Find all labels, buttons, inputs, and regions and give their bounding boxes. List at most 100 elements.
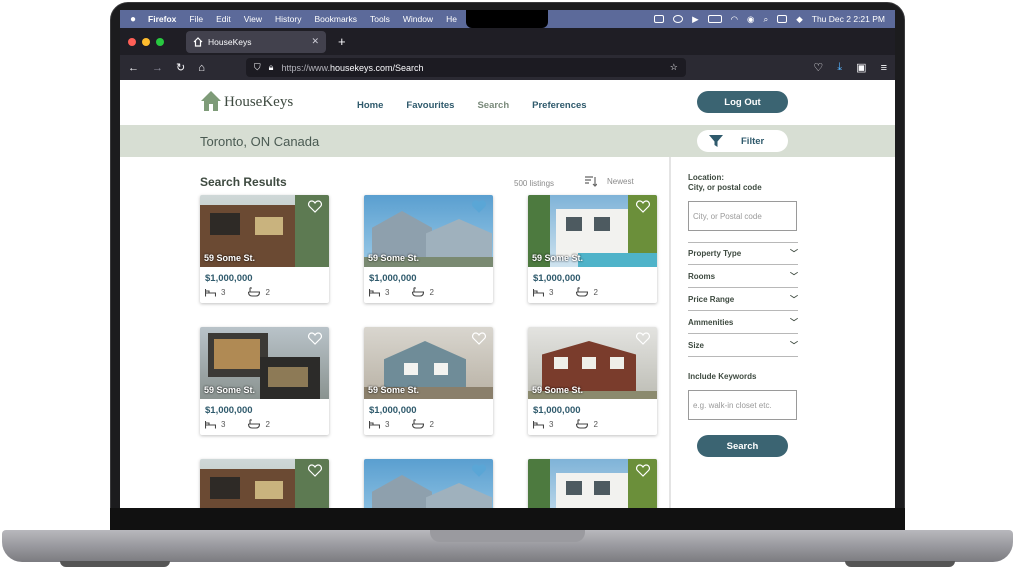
location-input[interactable]: City, or Postal code (688, 201, 797, 231)
menu-help[interactable]: He (446, 14, 457, 24)
filter-ammenities[interactable]: Ammenities ﹀ (688, 311, 798, 334)
favourite-heart-icon[interactable] (308, 200, 322, 213)
favourite-heart-icon[interactable] (308, 464, 322, 477)
shield-icon[interactable]: ⛉ (254, 62, 261, 73)
tab-close-icon[interactable]: ✕ (311, 36, 319, 47)
listing-photo[interactable] (364, 459, 493, 508)
home-icon[interactable]: ⌂ (198, 62, 205, 74)
listing-photo[interactable]: 59 Some St. (528, 195, 657, 267)
wifi-icon[interactable]: ◠ (731, 14, 738, 25)
listing-photo[interactable]: 59 Some St. (364, 327, 493, 399)
bed-icon (533, 288, 544, 296)
window-zoom-button[interactable] (156, 37, 164, 46)
apple-icon[interactable]: ● (130, 14, 136, 25)
browser-tab[interactable]: HouseKeys ✕ (186, 30, 326, 53)
lock-icon[interactable]: 🔒︎ (269, 62, 274, 73)
favourite-heart-icon[interactable] (308, 332, 322, 345)
favourite-heart-icon[interactable] (472, 464, 486, 477)
reload-icon[interactable]: ↻ (176, 61, 185, 74)
listing-card[interactable]: 59 Some St. $1,000,000 3 2 (528, 195, 657, 303)
siri-icon[interactable]: ◆ (796, 14, 803, 25)
filter-price-range[interactable]: Price Range ﹀ (688, 288, 798, 311)
user-icon[interactable]: ◉ (747, 14, 754, 25)
favourite-heart-icon[interactable] (472, 332, 486, 345)
listing-card[interactable]: 59 Some St. $1,000,000 3 2 (364, 327, 493, 435)
menu-tools[interactable]: Tools (370, 14, 390, 24)
listing-address: 59 Some St. (532, 253, 584, 263)
site-logo[interactable]: HouseKeys (200, 90, 293, 112)
listing-baths: 2 (593, 419, 598, 429)
listing-card[interactable]: 59 Some St. $1,000,000 3 2 (528, 327, 657, 435)
site-header: HouseKeys Home Favourites Search Prefere… (120, 80, 895, 125)
listing-card[interactable]: 59 Some St. $1,000,000 3 2 (364, 195, 493, 303)
url-bar[interactable]: ⛉ 🔒︎ https://www.housekeys.com/Search ☆ (245, 58, 686, 77)
listing-photo[interactable] (200, 459, 329, 508)
menu-icon[interactable]: ≡ (881, 62, 887, 74)
listing-card[interactable] (200, 459, 329, 508)
filter-button[interactable]: Filter (697, 130, 788, 152)
menu-edit[interactable]: Edit (216, 14, 231, 24)
battery-icon[interactable] (707, 15, 722, 23)
listing-features: 32 (533, 419, 657, 429)
menu-bookmarks[interactable]: Bookmarks (314, 14, 357, 24)
nav-home[interactable]: Home (357, 100, 383, 111)
window-close-button[interactable] (128, 37, 136, 46)
menu-history[interactable]: History (275, 14, 301, 24)
filter-funnel-icon (709, 135, 723, 147)
menu-view[interactable]: View (244, 14, 262, 24)
listing-card[interactable] (528, 459, 657, 508)
nav-preferences[interactable]: Preferences (532, 100, 586, 111)
forward-icon[interactable]: → (152, 62, 163, 74)
listing-baths: 2 (429, 419, 434, 429)
play-icon[interactable]: ▶ (692, 14, 699, 25)
listing-card[interactable]: 59 Some St. $1,000,000 3 2 (200, 195, 329, 303)
listing-address: 59 Some St. (368, 253, 420, 263)
keywords-input[interactable]: e.g. walk-in closet etc. (688, 390, 797, 420)
sort-control[interactable]: Newest (585, 176, 634, 187)
chevron-down-icon: ﹀ (790, 317, 798, 327)
download-icon[interactable]: ⤓ (837, 61, 842, 74)
url-prefix: https://www. (281, 62, 330, 73)
favourite-heart-icon[interactable] (636, 200, 650, 213)
menubar-clock[interactable]: Thu Dec 2 2:21 PM (812, 14, 885, 24)
listing-card[interactable] (364, 459, 493, 508)
logout-button[interactable]: Log Out (697, 91, 788, 113)
back-icon[interactable]: ← (128, 62, 139, 74)
location-title: Toronto, ON Canada (200, 134, 320, 149)
nav-search[interactable]: Search (477, 100, 509, 111)
spotlight-icon[interactable]: ⌕ (763, 14, 768, 25)
listing-photo[interactable]: 59 Some St. (200, 327, 329, 399)
favourite-heart-icon[interactable] (636, 464, 650, 477)
pocket-icon[interactable]: ♡ (813, 61, 823, 74)
listing-card[interactable]: 59 Some St. $1,000,000 3 2 (200, 327, 329, 435)
listing-photo[interactable]: 59 Some St. (200, 195, 329, 267)
new-tab-icon[interactable]: + (338, 34, 346, 49)
filter-rooms[interactable]: Rooms ﹀ (688, 265, 798, 288)
nav-favourites[interactable]: Favourites (406, 100, 454, 111)
extension-icon[interactable]: ▣ (856, 61, 866, 74)
bathtub-icon (576, 419, 589, 429)
listing-address: 59 Some St. (532, 385, 584, 395)
listing-photo[interactable]: 59 Some St. (364, 195, 493, 267)
sidebar-divider (669, 157, 671, 508)
listing-photo[interactable]: 59 Some St. (528, 327, 657, 399)
menu-window[interactable]: Window (403, 14, 433, 24)
filter-size[interactable]: Size ﹀ (688, 334, 798, 357)
filter-label-price-range: Price Range (688, 294, 735, 304)
filter-property-type[interactable]: Property Type ﹀ (688, 242, 798, 265)
menu-app[interactable]: Firefox (148, 14, 176, 24)
status-app-icon[interactable] (654, 15, 665, 23)
chevron-down-icon: ﹀ (790, 249, 798, 258)
favourite-heart-icon[interactable] (636, 332, 650, 345)
menu-file[interactable]: File (189, 14, 203, 24)
listing-photo[interactable] (528, 459, 657, 508)
window-minimize-button[interactable] (142, 37, 150, 46)
favourite-heart-icon[interactable] (472, 200, 486, 213)
status-sync-icon[interactable] (673, 15, 684, 23)
search-button[interactable]: Search (697, 435, 788, 457)
control-center-icon[interactable] (777, 15, 788, 23)
bathtub-icon (412, 287, 425, 297)
bookmark-star-icon[interactable]: ☆ (670, 62, 678, 73)
chevron-down-icon: ﹀ (790, 294, 798, 304)
listing-beds: 3 (549, 287, 554, 297)
